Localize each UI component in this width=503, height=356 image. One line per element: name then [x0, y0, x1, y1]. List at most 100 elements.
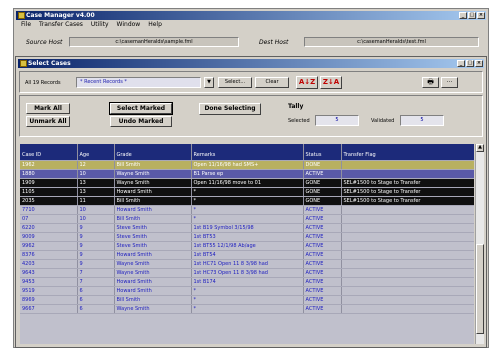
- table-row[interactable]: 1105 13 Howard Smith * GONE SEL#1500 to Stage…: [20, 187, 474, 197]
- cell-case-id: 8376: [20, 250, 78, 260]
- table-row[interactable]: 6220 9 Steve Smith 1st B19 Symbol 3/15/98 AC…: [20, 223, 474, 233]
- col-remarks[interactable]: Remarks: [191, 144, 304, 161]
- cell-remarks: *: [191, 196, 304, 206]
- cell-case-id: 8969: [20, 295, 78, 305]
- scroll-thumb[interactable]: [476, 244, 484, 334]
- menu-utility[interactable]: Utility: [91, 21, 109, 29]
- dest-host-field[interactable]: c:\casemanHeralds\test.fml: [304, 37, 479, 47]
- select-close-button[interactable]: ×: [475, 60, 483, 67]
- cell-case-id: 1880: [20, 169, 78, 179]
- cell-status: ACTIVE: [303, 241, 342, 251]
- table-row[interactable]: 9009 9 Steve Smith 1st BT53 ACTIVE: [20, 232, 474, 242]
- cell-age: 13: [77, 187, 115, 197]
- cell-remarks: Open 11/16/98 move to 01: [191, 178, 304, 188]
- cell-transfer-flag: [341, 286, 474, 296]
- select-button[interactable]: Select...: [218, 77, 252, 88]
- cell-transfer-flag: [341, 295, 474, 305]
- col-case-id[interactable]: Case ID: [20, 144, 78, 161]
- col-status[interactable]: Status: [303, 144, 342, 161]
- col-transfer-flag[interactable]: Transfer Flag: [341, 144, 474, 161]
- close-button[interactable]: ×: [477, 12, 485, 19]
- table-row[interactable]: 7710 10 Howard Smith * ACTIVE: [20, 205, 474, 215]
- cell-case-id: 9009: [20, 232, 78, 242]
- cell-status: DONE: [303, 160, 342, 170]
- scroll-up-icon[interactable]: ▲: [476, 144, 484, 152]
- cell-remarks: *: [191, 304, 304, 314]
- menu-window[interactable]: Window: [117, 21, 141, 29]
- cell-case-id: 1962: [20, 160, 78, 170]
- table-row[interactable]: 8969 6 Bill Smith * ACTIVE: [20, 295, 474, 305]
- cell-grade: Wayne Smith: [114, 169, 192, 179]
- cell-age: 7: [77, 268, 115, 278]
- source-host-value: c:\casemanHeralds\sample.fml: [115, 39, 193, 45]
- table-row[interactable]: 1909 13 Wayne Smith Open 11/16/98 move to 0…: [20, 178, 474, 188]
- col-grade[interactable]: Grade: [114, 144, 192, 161]
- cell-remarks: 1st BT53: [191, 232, 304, 242]
- cell-remarks: 1st HC71 Open 11 8 3/98 had: [191, 259, 304, 269]
- menu-file[interactable]: File: [21, 21, 31, 29]
- menu-transfer-cases[interactable]: Transfer Cases: [39, 21, 83, 29]
- sort-az-button[interactable]: A↓Z: [296, 76, 318, 89]
- dest-host-value: c:\casemanHeralds\test.fml: [357, 39, 426, 45]
- table-row[interactable]: 2035 11 Bill Smith * GONE SEL#1500 to Stage t…: [20, 196, 474, 206]
- table-row[interactable]: 9667 6 Wayne Smith * ACTIVE: [20, 304, 474, 314]
- table-row[interactable]: 9962 9 Steve Smith 1st BT55 12/1/98 Ab/age A…: [20, 241, 474, 251]
- cases-table: Case ID Age Grade Remarks Status Transfe…: [20, 144, 474, 314]
- clear-button[interactable]: Clear: [255, 77, 289, 88]
- cell-age: 12: [77, 160, 115, 170]
- cell-status: GONE: [303, 187, 342, 197]
- cell-transfer-flag: [341, 304, 474, 314]
- more-options-button[interactable]: ···: [441, 77, 458, 88]
- cell-status: ACTIVE: [303, 169, 342, 179]
- cell-status: GONE: [303, 196, 342, 206]
- cell-age: 9: [77, 250, 115, 260]
- done-selecting-button[interactable]: Done Selecting: [199, 103, 261, 115]
- unmark-all-button[interactable]: Unmark All: [26, 116, 70, 127]
- cell-case-id: 07: [20, 214, 78, 224]
- maximize-button[interactable]: □: [468, 12, 476, 19]
- sort-za-button[interactable]: Z↓A: [320, 76, 342, 89]
- table-row[interactable]: 4203 9 Wayne Smith 1st HC71 Open 11 8 3/98 …: [20, 259, 474, 269]
- minimize-button[interactable]: _: [459, 12, 467, 19]
- select-maximize-button[interactable]: □: [466, 60, 474, 67]
- cell-grade: Wayne Smith: [114, 178, 192, 188]
- table-row[interactable]: 07 10 Bill Smith * ACTIVE: [20, 214, 474, 224]
- cell-status: ACTIVE: [303, 250, 342, 260]
- table-row[interactable]: 9519 6 Howard Smith * ACTIVE: [20, 286, 474, 296]
- cell-transfer-flag: [341, 250, 474, 260]
- header-row: Case ID Age Grade Remarks Status Transfe…: [20, 144, 474, 161]
- dest-host-label: Dest Host: [259, 39, 289, 46]
- table-row[interactable]: 1880 10 Wayne Smith B1 Parse ep ACTIVE: [20, 169, 474, 179]
- cell-transfer-flag: [341, 160, 474, 170]
- cell-status: ACTIVE: [303, 205, 342, 215]
- cell-remarks: 1st BT54: [191, 250, 304, 260]
- records-value: * Recent Records *: [80, 79, 127, 85]
- cell-remarks: 1st HC73 Open 11 8 3/98 had: [191, 268, 304, 278]
- cell-age: 11: [77, 196, 115, 206]
- cell-remarks: 1st B174: [191, 277, 304, 287]
- table-row[interactable]: 8376 9 Howard Smith 1st BT54 ACTIVE: [20, 250, 474, 260]
- cell-status: ACTIVE: [303, 286, 342, 296]
- table-row[interactable]: 9453 7 Howard Smith 1st B174 ACTIVE: [20, 277, 474, 287]
- records-dropdown-arrow-icon[interactable]: ▼: [204, 77, 214, 88]
- cell-case-id: 4203: [20, 259, 78, 269]
- cell-case-id: 9519: [20, 286, 78, 296]
- grid-scrollbar[interactable]: ▲: [475, 144, 484, 344]
- undo-marked-button[interactable]: Undo Marked: [110, 116, 172, 127]
- mark-all-button[interactable]: Mark All: [26, 103, 70, 114]
- cell-grade: Howard Smith: [114, 250, 192, 260]
- menu-help[interactable]: Help: [148, 21, 162, 29]
- table-row[interactable]: 9643 7 Wayne Smith 1st HC73 Open 11 8 3/98 …: [20, 268, 474, 278]
- col-age[interactable]: Age: [77, 144, 115, 161]
- validated-count: 5: [420, 117, 424, 123]
- cell-transfer-flag: [341, 268, 474, 278]
- cell-grade: Wayne Smith: [114, 259, 192, 269]
- table-row[interactable]: 1962 12 Bill Smith Open 11/16/98 had SMS+ DO…: [20, 160, 474, 170]
- printer-icon[interactable]: 🖶: [422, 77, 439, 88]
- cell-transfer-flag: SEL#1500 to Stage to Transfer: [341, 178, 474, 188]
- select-minimize-button[interactable]: _: [457, 60, 465, 67]
- cell-status: ACTIVE: [303, 277, 342, 287]
- records-dropdown[interactable]: * Recent Records *: [76, 77, 201, 88]
- select-marked-button[interactable]: Select Marked: [109, 102, 173, 115]
- source-host-field[interactable]: c:\casemanHeralds\sample.fml: [69, 37, 239, 47]
